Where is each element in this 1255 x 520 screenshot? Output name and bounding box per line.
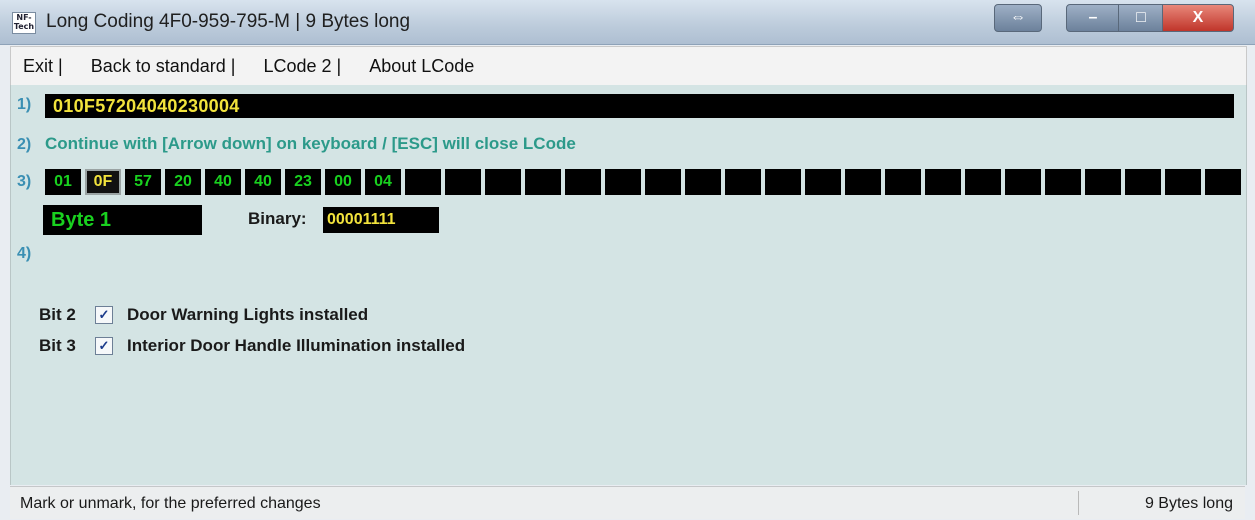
byte-cell-empty[interactable] <box>925 169 961 195</box>
byte-cell-empty[interactable] <box>685 169 721 195</box>
coding-value-field[interactable]: 010F57204040230004 <box>45 94 1234 118</box>
close-icon: X <box>1192 9 1204 26</box>
byte-cell[interactable]: 40 <box>245 169 281 195</box>
coding-panel: 1) 010F57204040230004 2) Continue with [… <box>10 85 1247 485</box>
byte-cell[interactable]: 04 <box>365 169 401 195</box>
lcode-window: NF-Tech Long Coding 4F0-959-795-M | 9 By… <box>0 0 1255 520</box>
coding-value: 010F57204040230004 <box>53 96 240 116</box>
byte-cell-empty[interactable] <box>1205 169 1241 195</box>
byte-cell-empty[interactable] <box>1165 169 1201 195</box>
status-bar: Mark or unmark, for the preferred change… <box>10 486 1245 519</box>
byte-cell-empty[interactable] <box>765 169 801 195</box>
maximize-button[interactable]: □ <box>1118 4 1164 32</box>
byte-cell-empty[interactable] <box>605 169 641 195</box>
byte-cell-empty[interactable] <box>1045 169 1081 195</box>
byte-cell-empty[interactable] <box>725 169 761 195</box>
byte-cell-empty[interactable] <box>965 169 1001 195</box>
byte-cell-empty[interactable] <box>645 169 681 195</box>
bit-2-checkbox[interactable]: ✓ <box>95 306 113 324</box>
menu-about-lcode[interactable]: About LCode <box>369 56 474 77</box>
byte-cell-empty[interactable] <box>485 169 521 195</box>
byte-cell-empty[interactable] <box>525 169 561 195</box>
byte-cell[interactable]: 01 <box>45 169 81 195</box>
resize-arrows-icon: ⇔ <box>1010 9 1026 26</box>
checkmark-icon: ✓ <box>98 338 110 353</box>
menu-back-to-standard[interactable]: Back to standard | <box>91 56 236 77</box>
maximize-icon: □ <box>1136 9 1146 26</box>
byte-cell[interactable]: 00 <box>325 169 361 195</box>
row-number-2: 2) <box>17 136 32 153</box>
byte-cell-empty[interactable] <box>1005 169 1041 195</box>
bit-description: Door Warning Lights installed <box>127 305 369 324</box>
binary-label: Binary: <box>248 209 307 228</box>
bit-label: Bit 3 <box>39 336 76 355</box>
byte-cell[interactable]: 57 <box>125 169 161 195</box>
byte-cell-empty[interactable] <box>405 169 441 195</box>
menu-bar: Exit | Back to standard | LCode 2 | Abou… <box>10 46 1247 86</box>
binary-value: 00001111 <box>323 207 439 233</box>
minimize-icon: – <box>1088 9 1098 26</box>
minimize-button[interactable]: – <box>1066 4 1120 32</box>
byte-cell-empty[interactable] <box>805 169 841 195</box>
row-number-4: 4) <box>17 245 32 262</box>
byte-selector: 01 0F 57 20 40 40 23 00 04 <box>45 169 1245 195</box>
byte-cell-empty[interactable] <box>445 169 481 195</box>
byte-cell-empty[interactable] <box>885 169 921 195</box>
byte-cell-empty[interactable] <box>565 169 601 195</box>
bit-option-row: Bit 2 ✓ Door Warning Lights installed <box>39 305 368 325</box>
status-divider <box>1078 491 1079 515</box>
app-logo-icon: NF-Tech <box>12 12 36 34</box>
byte-cell[interactable]: 20 <box>165 169 201 195</box>
bit-3-checkbox[interactable]: ✓ <box>95 337 113 355</box>
bit-description: Interior Door Handle Illumination instal… <box>127 336 466 355</box>
bit-option-row: Bit 3 ✓ Interior Door Handle Illuminatio… <box>39 336 465 356</box>
byte-cell[interactable]: 23 <box>285 169 321 195</box>
byte-cell[interactable]: 0F <box>85 169 121 195</box>
close-button[interactable]: X <box>1162 4 1234 32</box>
byte-cell-empty[interactable] <box>1085 169 1121 195</box>
menu-lcode-2[interactable]: LCode 2 | <box>263 56 341 77</box>
bit-label: Bit 2 <box>39 305 76 324</box>
row-number-1: 1) <box>17 96 32 113</box>
byte-cell-empty[interactable] <box>1125 169 1161 195</box>
title-bar[interactable]: NF-Tech Long Coding 4F0-959-795-M | 9 By… <box>0 0 1255 45</box>
status-byte-count: 9 Bytes long <box>1144 495 1233 512</box>
resize-button[interactable]: ⇔ <box>994 4 1042 32</box>
row-number-3: 3) <box>17 173 32 190</box>
selected-byte-label: Byte 1 <box>43 205 202 235</box>
byte-cell[interactable]: 40 <box>205 169 241 195</box>
byte-cell-empty[interactable] <box>845 169 881 195</box>
status-message: Mark or unmark, for the preferred change… <box>20 495 321 512</box>
checkmark-icon: ✓ <box>98 307 110 322</box>
menu-exit[interactable]: Exit | <box>23 56 63 77</box>
instruction-hint: Continue with [Arrow down] on keyboard /… <box>45 134 576 153</box>
window-title: Long Coding 4F0-959-795-M | 9 Bytes long <box>46 11 411 32</box>
